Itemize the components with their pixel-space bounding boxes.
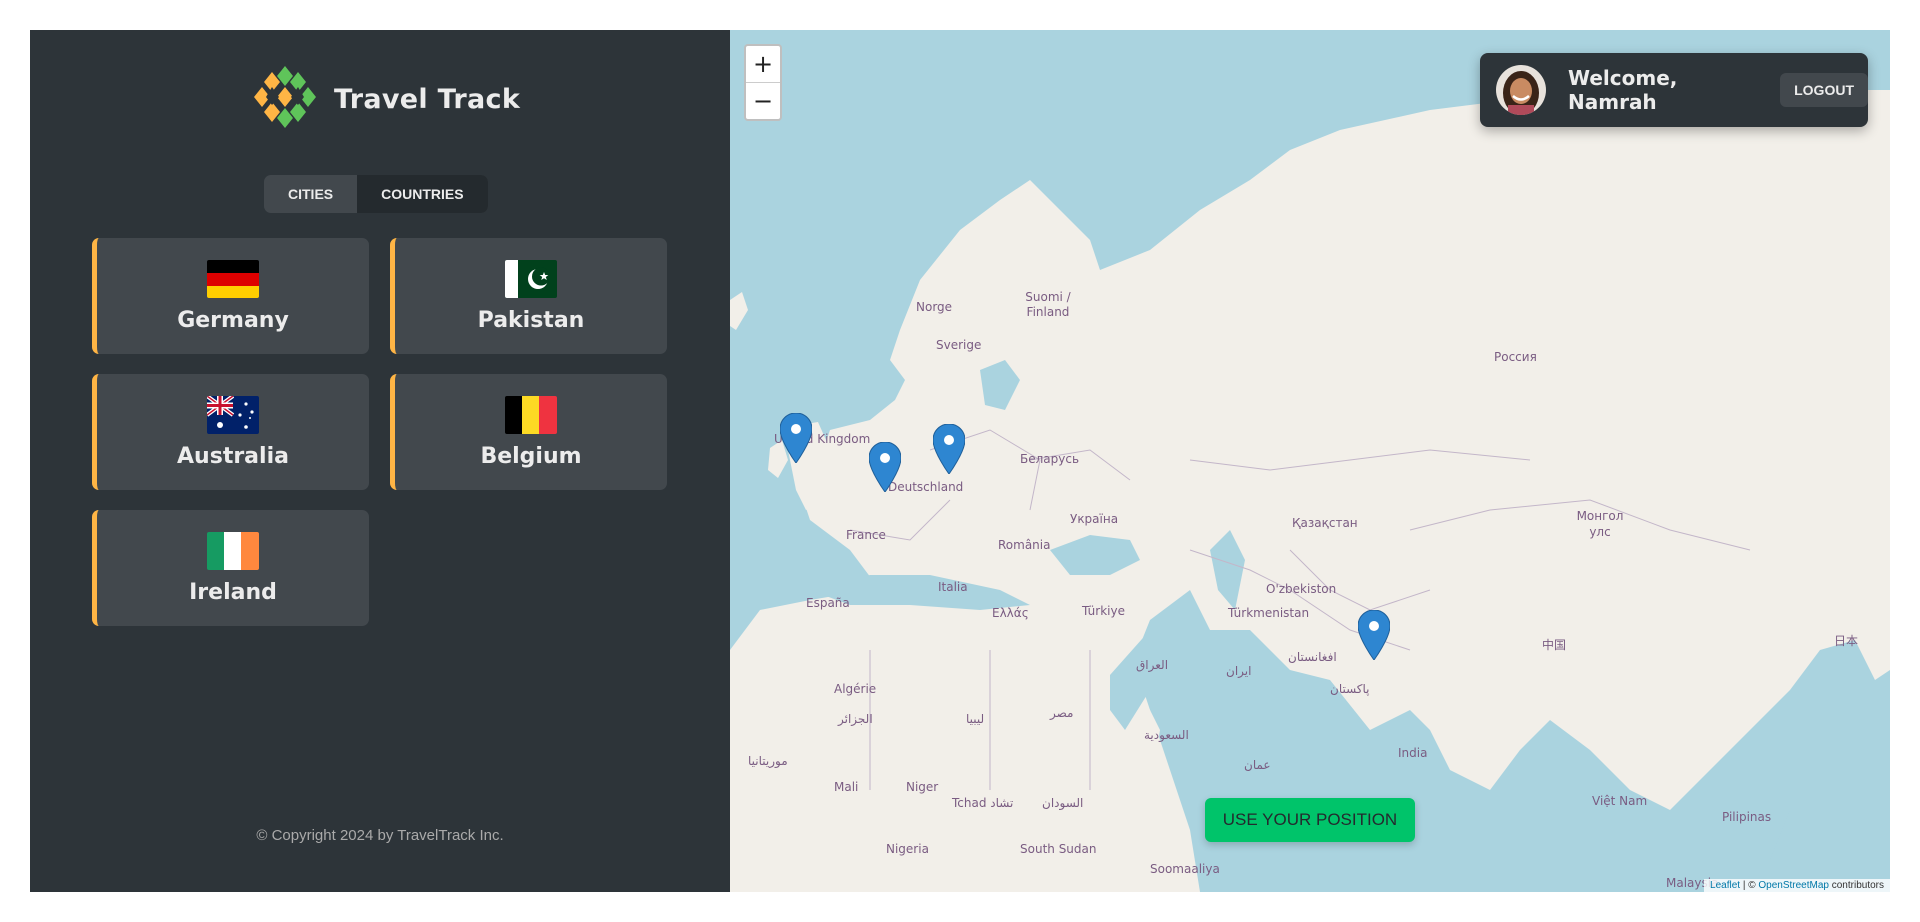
logout-button[interactable]: Logout [1780, 73, 1868, 107]
country-item-ireland[interactable]: Ireland [92, 510, 369, 626]
map-label: عمان [1244, 758, 1271, 772]
pakistan-flag-icon [505, 259, 557, 298]
map-label: پاکستان [1330, 682, 1370, 696]
map-label: السعودية [1144, 728, 1189, 742]
logo[interactable]: Travel Track [252, 64, 521, 135]
map-pin-icon[interactable] [869, 442, 901, 492]
map-label: Việt Nam [1592, 794, 1648, 808]
map-label: Türkiye [1082, 604, 1125, 618]
map-label: Algérie [834, 682, 877, 696]
map-label: Беларусь [1020, 452, 1080, 466]
country-name: Pakistan [477, 307, 585, 333]
map[interactable]: Norge Suomi / Finland Sverige Россия Uni… [730, 30, 1890, 892]
logo-text: Travel Track [334, 83, 521, 115]
country-item-germany[interactable]: Germany [92, 238, 369, 354]
map-pin-icon[interactable] [1358, 610, 1390, 660]
map-label: الجزائر [838, 712, 873, 726]
map-label: Soomaaliya [1150, 862, 1220, 876]
zoom-control: + − [744, 44, 782, 121]
country-name: Australia [177, 443, 289, 469]
map-label: Pilipinas [1722, 810, 1772, 824]
attribution-separator: | © [1740, 880, 1759, 891]
map-label: العراق [1136, 658, 1169, 672]
zoom-in-icon[interactable]: + [746, 46, 780, 82]
germany-flag-icon [207, 259, 259, 298]
country-list: Germany Pakistan Australia Belgium Irela… [92, 238, 668, 626]
tab-bar: Cities Countries [264, 175, 488, 213]
map-label: Россия [1494, 350, 1537, 364]
map-label: India [1398, 746, 1428, 760]
app: Travel Track Cities Countries Germany [30, 30, 1890, 892]
map-label: Suomi / Finland [1025, 290, 1071, 319]
map-label: 日本 [1834, 634, 1859, 648]
map-label: Türkmenistan [1228, 606, 1310, 620]
map-label: 中国 [1542, 638, 1567, 652]
map-pin-icon[interactable] [933, 424, 965, 474]
copyright-text: © Copyright 2024 by TravelTrack Inc. [256, 827, 504, 844]
map-label: موريتانيا [748, 754, 788, 768]
tab-countries[interactable]: Countries [357, 175, 488, 213]
logo-icon [252, 64, 318, 135]
avatar [1496, 65, 1546, 115]
attribution-suffix: contributors [1828, 880, 1884, 891]
australia-flag-icon [207, 395, 259, 434]
welcome-text: Welcome, Namrah [1568, 66, 1678, 114]
map-label: España [806, 596, 850, 610]
country-name: Belgium [480, 443, 582, 469]
use-position-button[interactable]: Use your position [1205, 798, 1415, 842]
belgium-flag-icon [505, 395, 557, 434]
map-attribution: Leaflet | © OpenStreetMap contributors [1704, 879, 1890, 892]
map-label: România [998, 538, 1051, 552]
map-pin-icon[interactable] [780, 413, 812, 463]
map-label: Қазақстан [1292, 516, 1358, 530]
zoom-out-icon[interactable]: − [746, 82, 780, 119]
map-label: السودان [1042, 796, 1084, 810]
ireland-flag-icon [207, 531, 259, 570]
tab-cities[interactable]: Cities [264, 175, 357, 213]
map-label: مصر [1050, 706, 1074, 720]
map-label: Tchad تشاد [952, 796, 1014, 810]
map-label: Mali [834, 780, 859, 794]
map-tiles[interactable] [730, 30, 1890, 892]
country-item-australia[interactable]: Australia [92, 374, 369, 490]
user-card: Welcome, Namrah Logout [1480, 53, 1868, 127]
country-item-pakistan[interactable]: Pakistan [390, 238, 667, 354]
map-label: افغانستان [1288, 650, 1337, 664]
map-label: Italia [938, 580, 968, 594]
map-label: Sverige [936, 338, 982, 352]
leaflet-link[interactable]: Leaflet [1710, 880, 1740, 891]
map-label: Україна [1070, 512, 1119, 526]
map-label: Norge [916, 300, 953, 314]
map-label: Nigeria [886, 842, 929, 856]
map-label: Niger [906, 780, 939, 794]
map-label: South Sudan [1020, 842, 1097, 856]
country-item-belgium[interactable]: Belgium [390, 374, 667, 490]
country-name: Ireland [189, 579, 277, 605]
map-label: Ελλάς [992, 606, 1029, 620]
country-name: Germany [177, 307, 289, 333]
osm-link[interactable]: OpenStreetMap [1758, 880, 1829, 891]
map-label: Монгол улс [1576, 509, 1624, 539]
map-label: France [846, 528, 886, 542]
map-label: O'zbekiston [1266, 582, 1337, 596]
sidebar: Travel Track Cities Countries Germany [30, 30, 730, 892]
map-label: ليبيا [966, 712, 985, 726]
map-label: ایران [1226, 664, 1252, 678]
